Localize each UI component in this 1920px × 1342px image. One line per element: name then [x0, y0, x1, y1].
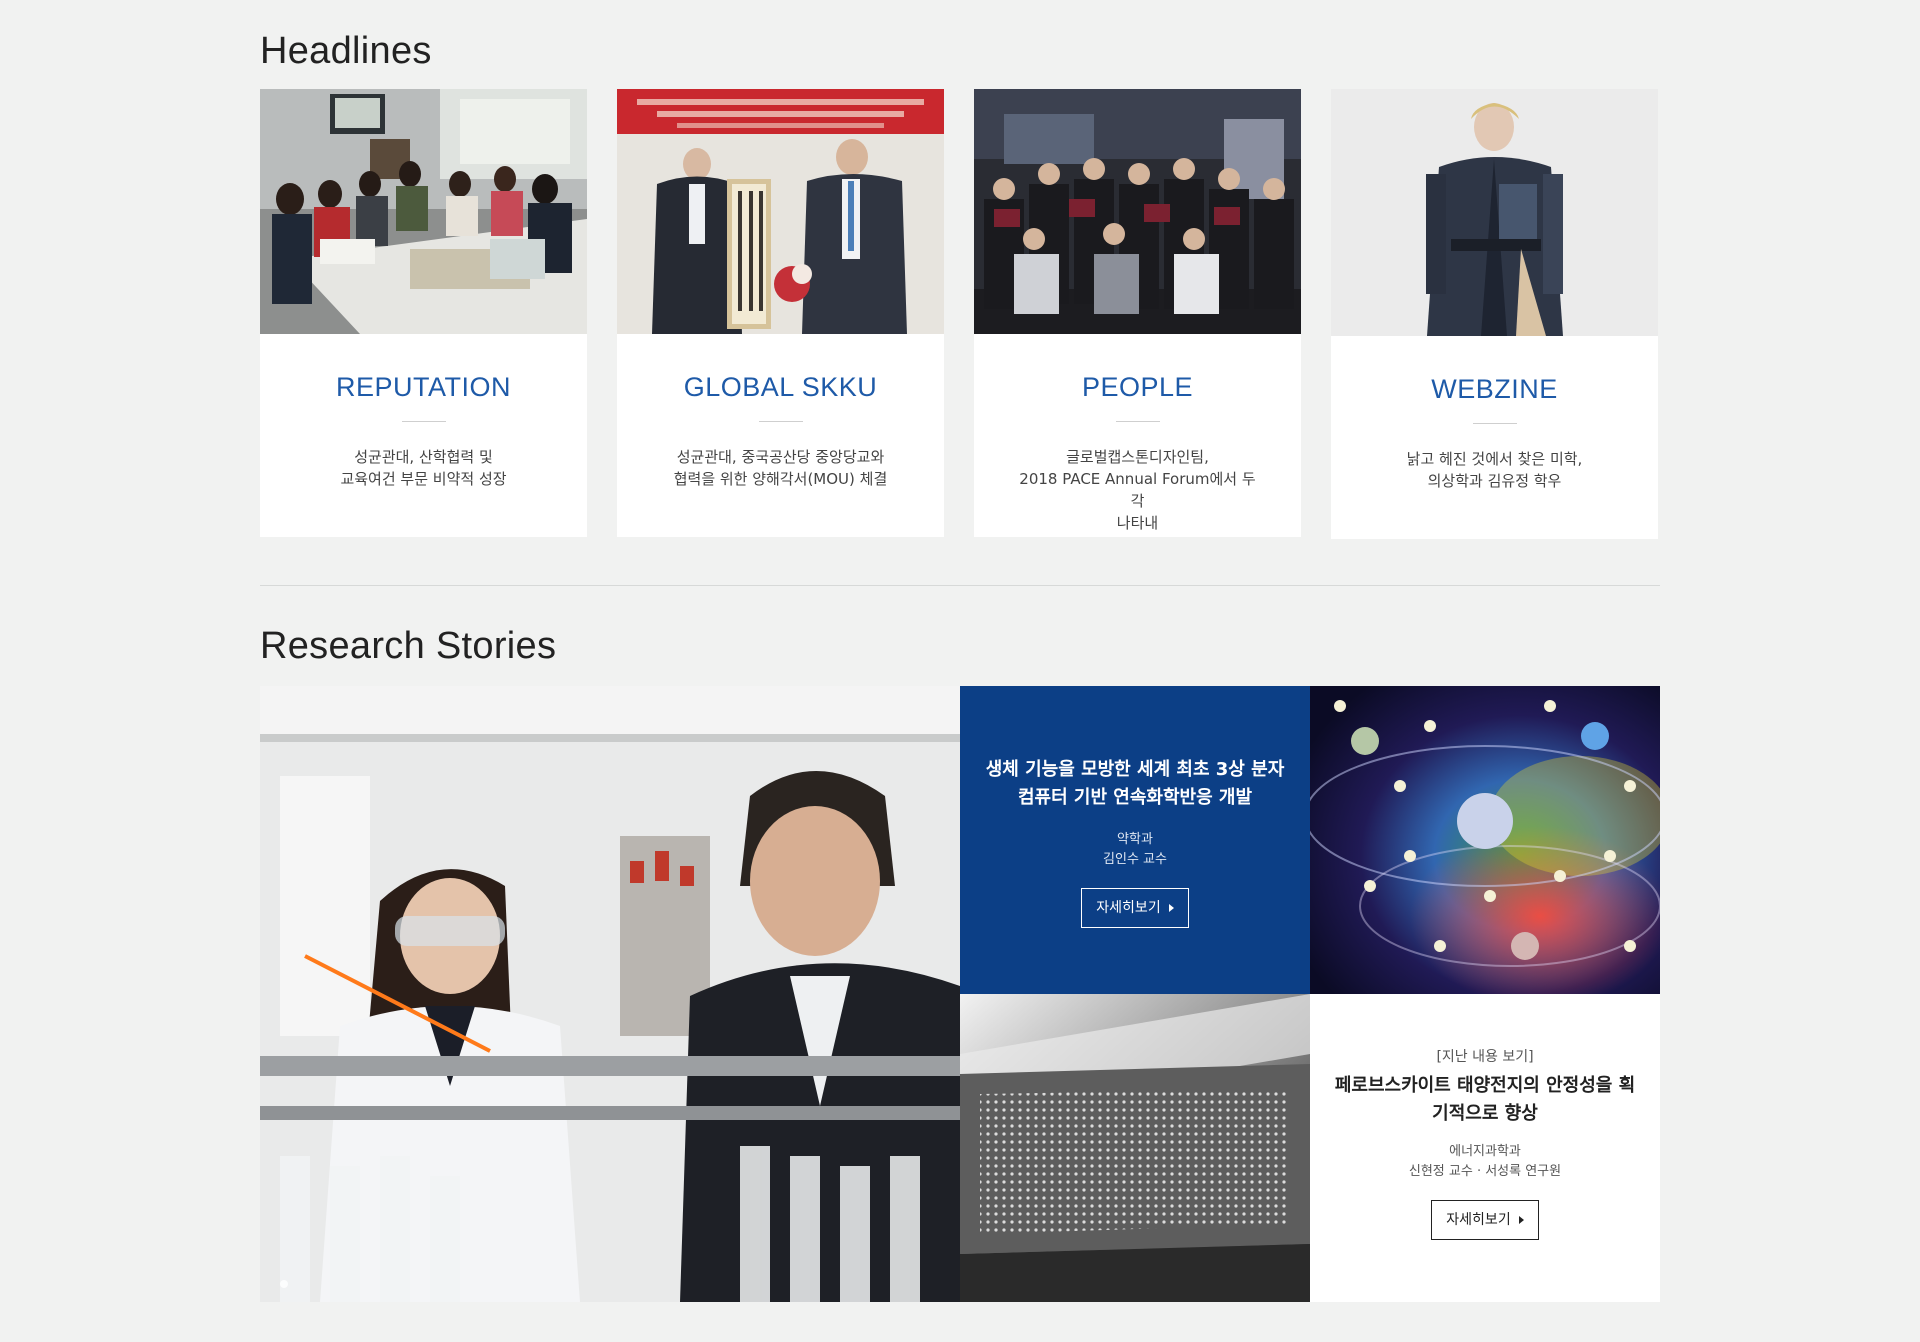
- research-feature-story: 생체 기능을 모방한 세계 최초 3상 분자 컴퓨터 기반 연속화학반응 개발 …: [960, 686, 1310, 994]
- story-title[interactable]: 생체 기능을 모방한 세계 최초 3상 분자 컴퓨터 기반 연속화학반응 개발: [980, 756, 1290, 812]
- headline-card-global-skku[interactable]: GLOBAL SKKU 성균관대, 중국공산당 중앙당교와 협력을 위한 양해각…: [617, 89, 944, 537]
- more-button[interactable]: 자세히보기: [1431, 1200, 1539, 1240]
- headline-card-webzine[interactable]: WEBZINE 낡고 헤진 것에서 찾은 미학, 의상학과 김유정 학우: [1331, 89, 1658, 539]
- headlines-title: Headlines: [260, 30, 432, 72]
- research-stories-grid: 생체 기능을 모방한 세계 최초 3상 분자 컴퓨터 기반 연속화학반응 개발 …: [260, 686, 1660, 1302]
- card-description: 글로벌캡스톤디자인팀, 2018 PACE Annual Forum에서 두각 …: [1019, 448, 1256, 532]
- title-rule: [758, 421, 803, 422]
- more-button-label: 자세히보기: [1446, 1212, 1511, 1228]
- story-professor: 김인수 교수: [1103, 852, 1167, 867]
- reputation-photo: [260, 89, 587, 334]
- story-title[interactable]: 페로브스카이트 태양전지의 안정성을 획 기적으로 향상: [1330, 1072, 1640, 1128]
- research-molecule-image[interactable]: [1310, 686, 1660, 994]
- past-content-link[interactable]: [지난 내용 보기]: [1310, 1046, 1660, 1066]
- arrow-right-icon: [1168, 904, 1174, 912]
- title-rule: [401, 421, 446, 422]
- slide-indicator[interactable]: [280, 1280, 288, 1288]
- more-button-label: 자세히보기: [1096, 900, 1161, 916]
- title-rule: [1115, 421, 1160, 422]
- card-description: 낡고 헤진 것에서 찾은 미학, 의상학과 김유정 학우: [1406, 450, 1583, 490]
- card-title: PEOPLE: [1081, 372, 1194, 402]
- story-professor: 신현정 교수 · 서성록 연구원: [1408, 1164, 1562, 1179]
- arrow-right-icon: [1518, 1216, 1524, 1224]
- research-solar-cell-image[interactable]: [960, 994, 1310, 1302]
- story-department: 약학과: [1117, 832, 1153, 847]
- story-department: 에너지과학과: [1449, 1144, 1521, 1159]
- card-title: REPUTATION: [335, 372, 511, 402]
- card-title: WEBZINE: [1431, 374, 1558, 404]
- headline-card-reputation[interactable]: REPUTATION 성균관대, 산학협력 및 교육여건 부문 비약적 성장: [260, 89, 587, 537]
- more-button[interactable]: 자세히보기: [1081, 888, 1189, 928]
- card-title: GLOBAL SKKU: [683, 372, 878, 402]
- title-rule: [1472, 423, 1517, 424]
- research-past-story: [지난 내용 보기] 페로브스카이트 태양전지의 안정성을 획 기적으로 향상 …: [1310, 994, 1660, 1302]
- research-main-photo[interactable]: [260, 686, 960, 1302]
- people-photo: [974, 89, 1301, 334]
- webzine-photo: [1331, 89, 1658, 336]
- research-stories-title: Research Stories: [260, 625, 557, 667]
- headline-card-people[interactable]: PEOPLE 글로벌캡스톤디자인팀, 2018 PACE Annual Foru…: [974, 89, 1301, 537]
- card-description: 성균관대, 중국공산당 중앙당교와 협력을 위한 양해각서(MOU) 체결: [673, 448, 888, 488]
- global-skku-photo: [617, 89, 944, 334]
- card-description: 성균관대, 산학협력 및 교육여건 부문 비약적 성장: [340, 448, 507, 488]
- section-divider: [260, 585, 1660, 586]
